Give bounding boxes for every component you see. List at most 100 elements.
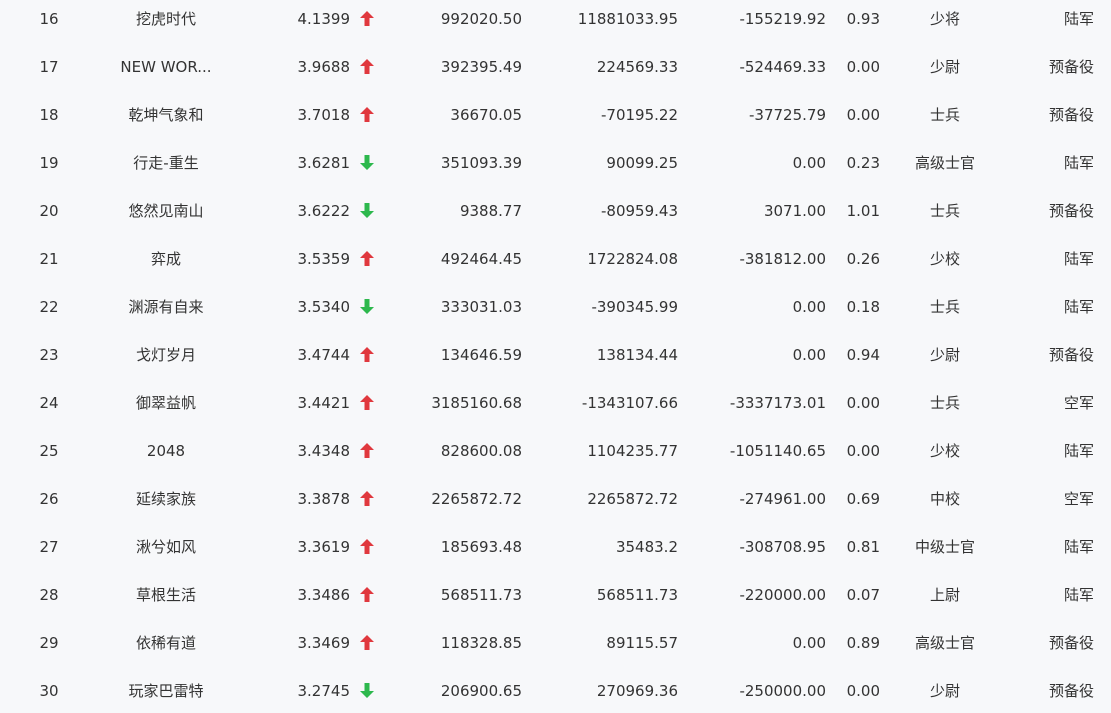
value-3: -524469.33 <box>739 58 826 76</box>
score-value: 3.7018 <box>297 106 351 124</box>
table-row[interactable]: 18 乾坤气象和 3.7018 36670.05 -70195.22 -3772… <box>0 91 1111 139</box>
value-3: -381812.00 <box>739 250 826 268</box>
military-branch: 陆军 <box>1063 10 1094 28</box>
value-3: -1051140.65 <box>729 442 826 460</box>
military-rank: 少尉 <box>929 682 960 700</box>
table-row[interactable]: 29 依稀有道 3.3469 118328.85 89115.57 0.00 0… <box>0 619 1111 667</box>
table-row[interactable]: 16 挖虎时代 4.1399 992020.50 11881033.95 -15… <box>0 0 1111 43</box>
value-3: -155219.92 <box>739 10 826 28</box>
table-row[interactable]: 24 御翠益帆 3.4421 3185160.68 -1343107.66 -3… <box>0 379 1111 427</box>
score-value: 3.3619 <box>297 538 351 556</box>
military-branch: 预备役 <box>1048 634 1094 652</box>
ratio-value: 0.00 <box>846 682 880 700</box>
value-2: 35483.2 <box>615 538 678 556</box>
value-1: 492464.45 <box>440 250 522 268</box>
player-name[interactable]: 草根生活 <box>96 571 236 619</box>
military-branch: 预备役 <box>1048 106 1094 124</box>
military-rank: 士兵 <box>929 106 960 124</box>
military-branch: 陆军 <box>1063 538 1094 556</box>
military-branch: 陆军 <box>1063 250 1094 268</box>
score-value: 3.6222 <box>297 202 351 220</box>
trend-arrow <box>358 283 376 331</box>
player-name[interactable]: 悠然见南山 <box>96 187 236 235</box>
rank-number: 24 <box>39 394 59 412</box>
arrow-down-icon <box>360 298 374 314</box>
arrow-down-icon <box>360 682 374 698</box>
player-name[interactable]: 弈成 <box>96 235 236 283</box>
value-3: -3337173.01 <box>729 394 826 412</box>
value-2: 11881033.95 <box>577 10 678 28</box>
score-value: 3.4348 <box>297 442 351 460</box>
ratio-value: 0.00 <box>846 394 880 412</box>
value-3: 0.00 <box>792 154 826 172</box>
trend-arrow <box>358 475 376 523</box>
trend-arrow <box>358 187 376 235</box>
value-1: 206900.65 <box>440 682 522 700</box>
military-branch: 空军 <box>1063 394 1094 412</box>
table-row[interactable]: 17 NEW WOR... 3.9688 392395.49 224569.33… <box>0 43 1111 91</box>
military-rank: 高级士官 <box>914 154 975 172</box>
value-2: -80959.43 <box>601 202 678 220</box>
player-name[interactable]: 依稀有道 <box>96 619 236 667</box>
arrow-up-icon <box>360 250 374 266</box>
score-value: 3.5340 <box>297 298 351 316</box>
table-row[interactable]: 26 延续家族 3.3878 2265872.72 2265872.72 -27… <box>0 475 1111 523</box>
rank-number: 19 <box>39 154 59 172</box>
value-1: 392395.49 <box>440 58 522 76</box>
value-2: 138134.44 <box>596 346 678 364</box>
value-3: -250000.00 <box>739 682 826 700</box>
ratio-value: 0.18 <box>846 298 880 316</box>
ratio-value: 0.23 <box>846 154 880 172</box>
military-rank: 少校 <box>929 250 960 268</box>
value-2: 89115.57 <box>606 634 678 652</box>
player-name[interactable]: 渊源有自来 <box>96 283 236 331</box>
player-name[interactable]: 玩家巴雷特 <box>96 667 236 713</box>
value-2: 2265872.72 <box>587 490 678 508</box>
ratio-value: 0.00 <box>846 442 880 460</box>
table-row[interactable]: 25 2048 3.4348 828600.08 1104235.77 -105… <box>0 427 1111 475</box>
score-value: 3.9688 <box>297 58 351 76</box>
value-1: 9388.77 <box>459 202 522 220</box>
table-row[interactable]: 27 湫兮如风 3.3619 185693.48 35483.2 -308708… <box>0 523 1111 571</box>
table-row[interactable]: 19 行走-重生 3.6281 351093.39 90099.25 0.00 … <box>0 139 1111 187</box>
player-name[interactable]: 2048 <box>96 427 236 475</box>
score-value: 3.4421 <box>297 394 351 412</box>
player-name[interactable]: 挖虎时代 <box>96 0 236 43</box>
arrow-up-icon <box>360 10 374 26</box>
ratio-value: 0.69 <box>846 490 880 508</box>
table-row[interactable]: 22 渊源有自来 3.5340 333031.03 -390345.99 0.0… <box>0 283 1111 331</box>
value-3: -37725.79 <box>749 106 826 124</box>
rank-number: 17 <box>39 58 59 76</box>
military-rank: 少尉 <box>929 58 960 76</box>
ratio-value: 0.93 <box>846 10 880 28</box>
military-rank: 高级士官 <box>914 634 975 652</box>
player-name[interactable]: 行走-重生 <box>96 139 236 187</box>
ratio-value: 0.89 <box>846 634 880 652</box>
player-name[interactable]: 御翠益帆 <box>96 379 236 427</box>
player-name[interactable]: NEW WOR... <box>96 43 236 91</box>
value-3: 0.00 <box>792 298 826 316</box>
score-value: 3.6281 <box>297 154 351 172</box>
arrow-down-icon <box>360 202 374 218</box>
value-1: 134646.59 <box>440 346 522 364</box>
table-row[interactable]: 20 悠然见南山 3.6222 9388.77 -80959.43 3071.0… <box>0 187 1111 235</box>
player-name[interactable]: 延续家族 <box>96 475 236 523</box>
table-row[interactable]: 30 玩家巴雷特 3.2745 206900.65 270969.36 -250… <box>0 667 1111 713</box>
value-1: 2265872.72 <box>431 490 522 508</box>
value-1: 36670.05 <box>450 106 522 124</box>
player-name[interactable]: 湫兮如风 <box>96 523 236 571</box>
military-branch: 预备役 <box>1048 202 1094 220</box>
table-row[interactable]: 23 戈灯岁月 3.4744 134646.59 138134.44 0.00 … <box>0 331 1111 379</box>
trend-arrow <box>358 379 376 427</box>
player-name[interactable]: 乾坤气象和 <box>96 91 236 139</box>
trend-arrow <box>358 667 376 713</box>
score-value: 3.3878 <box>297 490 351 508</box>
player-name[interactable]: 戈灯岁月 <box>96 331 236 379</box>
table-row[interactable]: 21 弈成 3.5359 492464.45 1722824.08 -38181… <box>0 235 1111 283</box>
trend-arrow <box>358 139 376 187</box>
table-row[interactable]: 28 草根生活 3.3486 568511.73 568511.73 -2200… <box>0 571 1111 619</box>
arrow-down-icon <box>360 154 374 170</box>
military-branch: 陆军 <box>1063 442 1094 460</box>
military-rank: 少将 <box>929 10 960 28</box>
military-branch: 陆军 <box>1063 298 1094 316</box>
